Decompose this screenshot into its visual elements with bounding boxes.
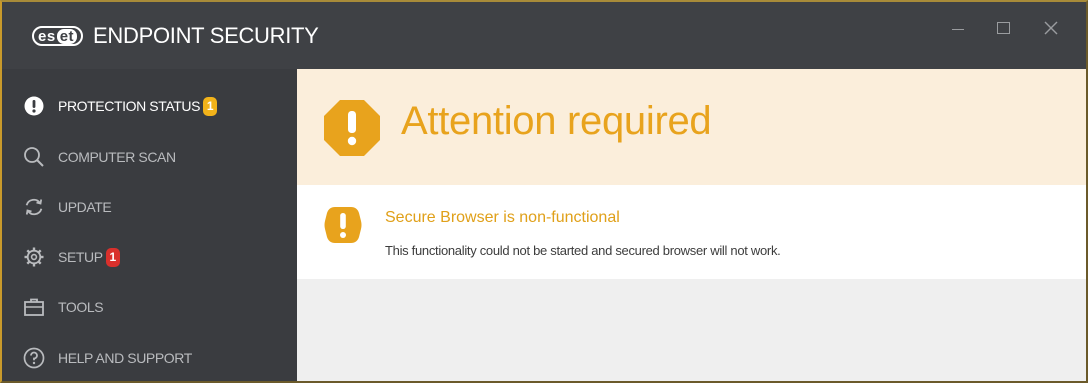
- sidebar-item-help-and-support[interactable]: HELP AND SUPPORT: [2, 338, 297, 378]
- sidebar-item-tools[interactable]: TOOLS: [2, 287, 297, 327]
- sidebar-item-label: TOOLS: [58, 299, 104, 315]
- eset-logo-mark: es et: [32, 26, 84, 46]
- search-icon: [22, 145, 46, 169]
- sidebar-item-label: HELP AND SUPPORT: [58, 350, 192, 366]
- sidebar-item-protection-status[interactable]: PROTECTION STATUS 1: [2, 86, 297, 126]
- status-badge: 1: [203, 96, 218, 116]
- alert-description: This functionality could not be started …: [385, 243, 781, 258]
- minimize-icon: [952, 28, 964, 30]
- sidebar-item-label: UPDATE: [58, 199, 112, 215]
- minimize-button[interactable]: [944, 14, 972, 42]
- question-circle-icon: [22, 346, 46, 370]
- title-bar: es et ENDPOINT SECURITY: [2, 2, 1086, 69]
- alert-card[interactable]: Secure Browser is non-functional This fu…: [297, 185, 1086, 279]
- alert-title[interactable]: Secure Browser is non-functional: [385, 209, 620, 227]
- sidebar-item-label: COMPUTER SCAN: [58, 149, 176, 165]
- sidebar-item-update[interactable]: UPDATE: [2, 187, 297, 227]
- close-button[interactable]: [1037, 14, 1065, 42]
- close-icon: [1044, 21, 1058, 35]
- sidebar-item-computer-scan[interactable]: COMPUTER SCAN: [2, 137, 297, 177]
- eset-logo: es et ENDPOINT SECURITY: [32, 23, 319, 48]
- maximize-button[interactable]: [989, 14, 1017, 42]
- sidebar-item-label: PROTECTION STATUS: [58, 98, 201, 114]
- warning-badge-icon: [323, 205, 363, 245]
- warning-octagon-icon: [323, 99, 381, 157]
- sidebar-item-setup[interactable]: SETUP 1: [2, 237, 297, 277]
- attention-banner: Attention required: [297, 69, 1086, 185]
- page-title: Attention required: [401, 99, 712, 143]
- status-badge: 1: [105, 247, 120, 267]
- refresh-icon: [22, 195, 46, 219]
- eset-window: es et ENDPOINT SECURITY PROTECTION STATUS: [0, 0, 1088, 383]
- gear-icon: [22, 245, 46, 269]
- maximize-icon: [996, 22, 1010, 34]
- briefcase-icon: [22, 295, 46, 319]
- main-content: Attention required Secure Browser is non…: [297, 69, 1086, 381]
- app-title: ENDPOINT SECURITY: [93, 23, 319, 48]
- sidebar-item-label: SETUP: [58, 249, 103, 265]
- sidebar: PROTECTION STATUS 1 COMPUTER SCAN UPDATE…: [2, 69, 297, 381]
- exclamation-circle-icon: [22, 94, 46, 118]
